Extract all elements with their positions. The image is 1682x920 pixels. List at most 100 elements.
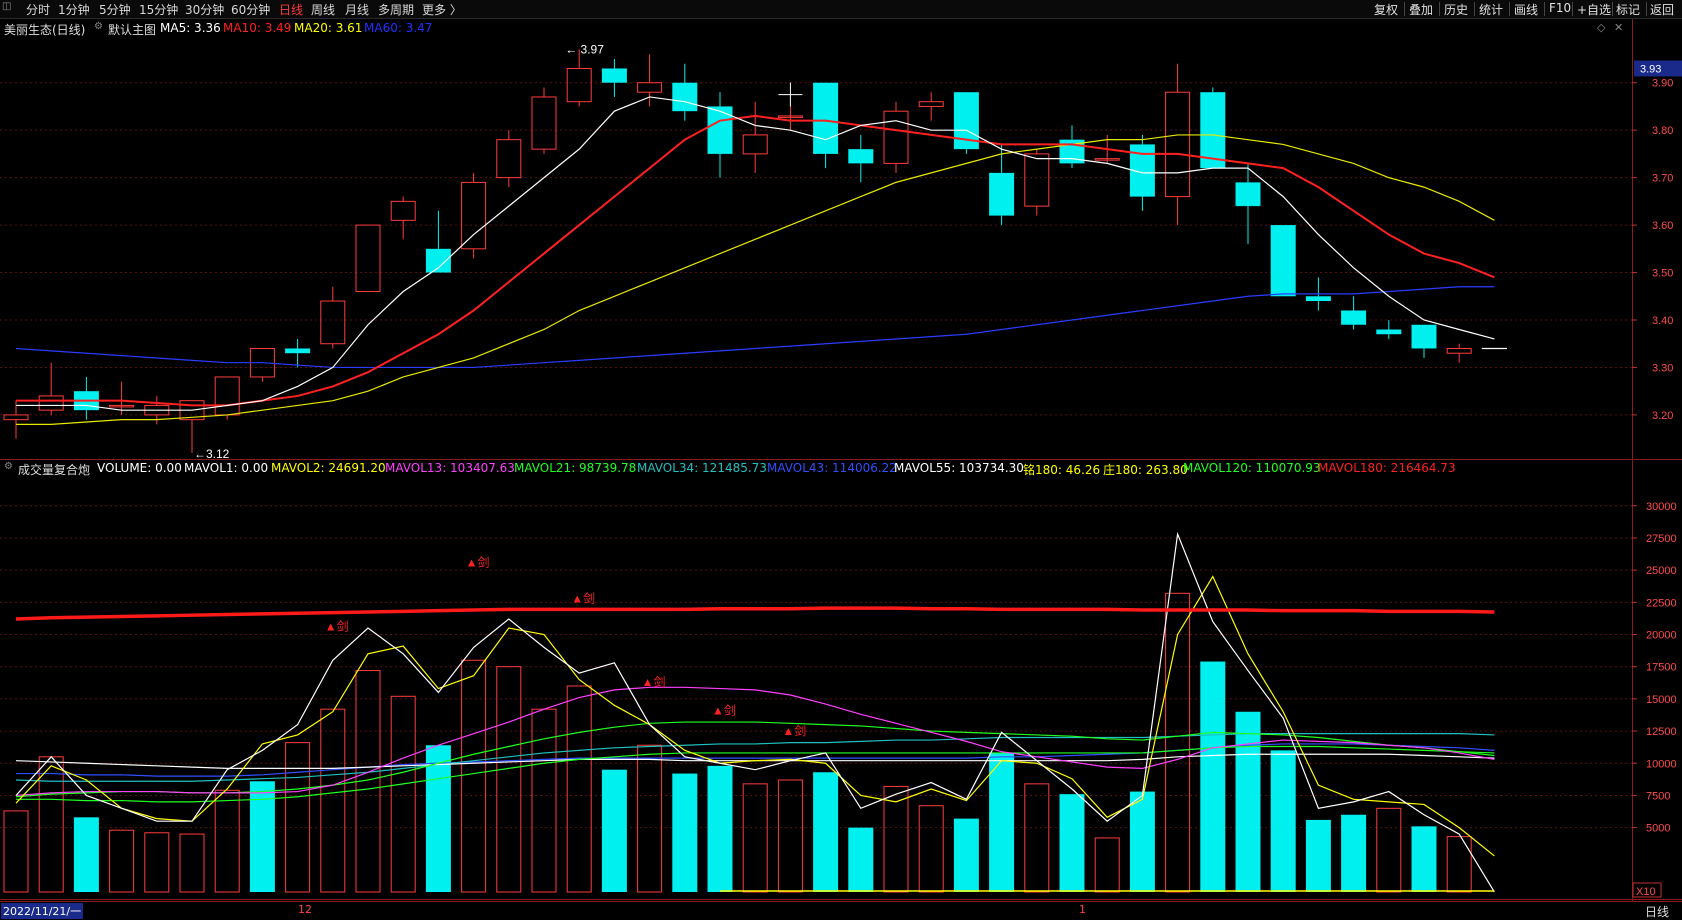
volume-bar	[285, 742, 311, 893]
signal-marker: ▲剑	[466, 554, 490, 569]
candle-body	[989, 172, 1015, 216]
volume-bar	[1446, 836, 1472, 893]
volume-bar	[1024, 783, 1050, 893]
candle	[1165, 63, 1191, 226]
candle	[531, 87, 557, 154]
diamond-icon[interactable]: ◇	[1597, 21, 1605, 34]
candle-body	[1341, 310, 1367, 325]
volume-bar	[461, 659, 487, 893]
candle	[1376, 320, 1402, 339]
candle	[355, 224, 381, 293]
price-tick-label: 3.60	[1652, 220, 1673, 232]
field-ming180: 铭180: 46.26	[1023, 463, 1101, 477]
ma5-label: MA5: 3.36	[160, 21, 221, 35]
candle-body	[566, 67, 592, 103]
volume-bar	[249, 781, 275, 892]
candle-body	[742, 134, 768, 155]
field-mavol21: MAVOL21: 98739.78	[514, 461, 637, 475]
volume-tick-label: 12500	[1646, 726, 1677, 738]
volume-bar	[1094, 837, 1120, 893]
candle-body	[918, 101, 944, 107]
candle-body	[1165, 91, 1191, 198]
volume-tick-label: 10000	[1646, 758, 1677, 770]
candle	[953, 92, 979, 154]
candle	[73, 376, 99, 420]
volume-bar	[214, 789, 240, 893]
volume-indicator-title[interactable]: 成交量复合炮	[18, 461, 90, 478]
field-mavol43: MAVOL43: 114006.22	[767, 461, 897, 475]
volume-tick-label: 20000	[1646, 630, 1677, 642]
volume-bar	[601, 769, 627, 892]
time-axis-bar: 2022/11/21/一 12 1 日线	[0, 901, 1682, 920]
mavol180-line	[15, 606, 1495, 621]
volume-bar	[38, 756, 64, 893]
indicator-name[interactable]: 默认主图	[108, 21, 156, 38]
volume-settings-icon[interactable]: ⚙	[4, 461, 13, 472]
candle-body	[1411, 324, 1437, 349]
field-mavol34: MAVOL34: 121485.73	[637, 461, 767, 475]
price-tick-label: 3.70	[1652, 173, 1673, 185]
candle-body	[1235, 182, 1261, 207]
stock-title: 美丽生态(日线)	[4, 23, 86, 37]
candle	[777, 106, 803, 131]
volume-bar	[1235, 711, 1261, 892]
volume-bar	[3, 810, 29, 893]
volume-tick-label: 25000	[1646, 565, 1677, 577]
volume-tick-label: 27500	[1646, 533, 1677, 545]
ma20-label: MA20: 3.61	[294, 21, 363, 35]
volume-bar	[848, 827, 874, 892]
volume-tick-label: 7500	[1646, 790, 1670, 802]
candle-body	[637, 82, 663, 93]
volume-bar	[953, 818, 979, 892]
volume-bar	[1305, 819, 1331, 892]
candle	[1200, 87, 1226, 169]
volume-bar	[566, 685, 592, 893]
ma60-label: MA60: 3.47	[364, 21, 433, 35]
candle-body	[848, 149, 874, 164]
price-tick-label: 3.20	[1652, 410, 1673, 422]
candle-body	[1446, 347, 1472, 354]
candle	[320, 286, 346, 349]
volume-bar	[1341, 814, 1367, 892]
field-volume: VOLUME: 0.00	[97, 461, 182, 475]
panel-divider	[0, 459, 1682, 460]
candle	[848, 134, 874, 183]
price-tick-label: 3.40	[1652, 315, 1673, 327]
volume-bar	[672, 773, 698, 892]
close-icon[interactable]: ✕	[1614, 21, 1623, 34]
price-tick-label: 3.50	[1652, 268, 1673, 280]
candle	[1446, 343, 1472, 363]
candle	[918, 92, 944, 121]
volume-bar	[1411, 826, 1437, 892]
high-price-note: ← 3.97	[565, 42, 604, 56]
candle	[425, 210, 451, 273]
candle-body	[496, 139, 522, 179]
settings-gear-icon[interactable]: ⚙	[94, 21, 103, 32]
volume-bar	[531, 708, 557, 893]
cursor-date: 2022/11/21/一	[1, 903, 84, 919]
candle-body	[813, 82, 839, 154]
candle	[672, 63, 698, 121]
volume-bar	[637, 744, 663, 893]
ma60-line	[15, 286, 1495, 369]
volume-bar	[1059, 794, 1085, 892]
kline-chart[interactable]: 3.90 3.80 3.70 3.60 3.50 3.40 3.30 3.20 3.93 3000…	[0, 0, 1682, 919]
candle	[285, 338, 311, 368]
candle	[3, 400, 29, 439]
period-indicator[interactable]: 日线	[1645, 903, 1669, 920]
candle	[883, 101, 909, 173]
volume-tick-label: 17500	[1646, 662, 1677, 674]
volume-bar	[1200, 661, 1226, 892]
candle-body	[390, 200, 416, 221]
candle	[496, 130, 522, 188]
bottom-border	[0, 899, 1682, 900]
volume-bar	[707, 765, 733, 892]
candle-body	[1305, 296, 1331, 302]
signal-marker: ▲剑	[571, 590, 595, 605]
volume-bar	[777, 779, 803, 893]
field-mavol1: MAVOL1: 0.00	[184, 461, 269, 475]
candle	[1341, 296, 1367, 330]
volume-bar	[144, 832, 170, 893]
candle	[461, 172, 487, 259]
volume-bar	[742, 783, 768, 893]
